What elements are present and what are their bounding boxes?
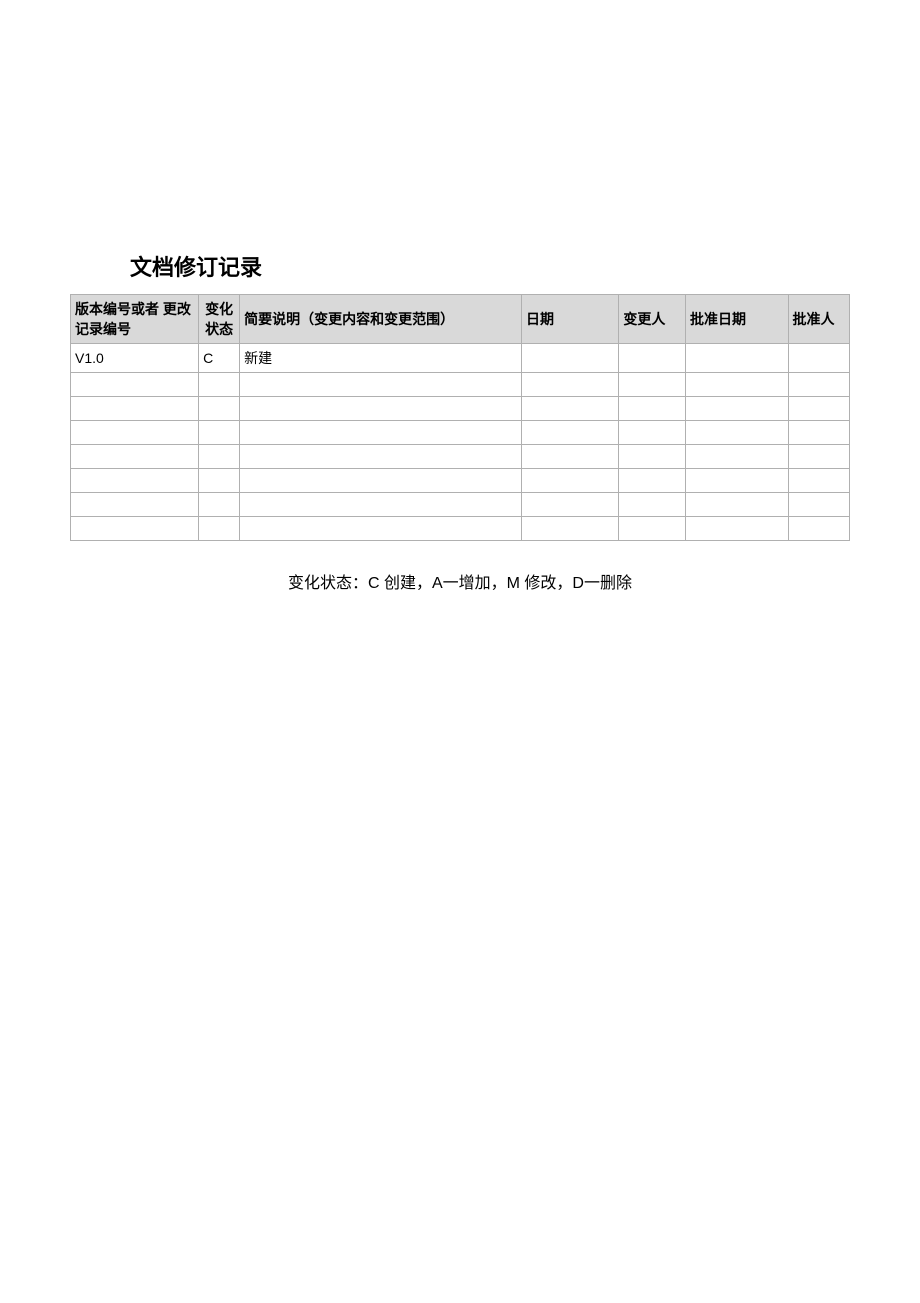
header-appdate: 批准日期: [686, 295, 789, 344]
cell-state: C: [199, 344, 240, 373]
cell-changer: [619, 421, 686, 445]
cell-approver: [788, 344, 850, 373]
cell-state: [199, 397, 240, 421]
cell-date: [522, 445, 619, 469]
cell-appdate: [686, 517, 789, 541]
cell-changer: [619, 373, 686, 397]
cell-approver: [788, 493, 850, 517]
cell-approver: [788, 421, 850, 445]
cell-version: [71, 445, 199, 469]
revision-table: 版本编号或者 更改记录编号 变化 状态 简要说明（变更内容和变更范围） 日期 变…: [70, 294, 850, 541]
table-row: [71, 517, 850, 541]
cell-state: [199, 373, 240, 397]
header-state: 变化 状态: [199, 295, 240, 344]
cell-date: [522, 469, 619, 493]
cell-date: [522, 373, 619, 397]
cell-desc: [240, 445, 522, 469]
cell-desc: [240, 373, 522, 397]
cell-approver: [788, 517, 850, 541]
cell-changer: [619, 469, 686, 493]
cell-date: [522, 493, 619, 517]
cell-appdate: [686, 469, 789, 493]
cell-desc: [240, 517, 522, 541]
table-row: V1.0 C 新建: [71, 344, 850, 373]
header-changer: 变更人: [619, 295, 686, 344]
cell-version: [71, 517, 199, 541]
table-row: [71, 469, 850, 493]
document-title: 文档修订记录: [130, 250, 850, 282]
cell-appdate: [686, 373, 789, 397]
table-row: [71, 445, 850, 469]
cell-changer: [619, 517, 686, 541]
header-version: 版本编号或者 更改记录编号: [71, 295, 199, 344]
cell-desc: 新建: [240, 344, 522, 373]
header-date: 日期: [522, 295, 619, 344]
cell-state: [199, 421, 240, 445]
cell-approver: [788, 469, 850, 493]
header-desc: 简要说明（变更内容和变更范围）: [240, 295, 522, 344]
cell-changer: [619, 445, 686, 469]
cell-desc: [240, 421, 522, 445]
cell-desc: [240, 397, 522, 421]
cell-state: [199, 445, 240, 469]
cell-date: [522, 421, 619, 445]
cell-changer: [619, 493, 686, 517]
cell-appdate: [686, 344, 789, 373]
cell-appdate: [686, 397, 789, 421]
table-row: [71, 493, 850, 517]
cell-version: [71, 421, 199, 445]
cell-date: [522, 397, 619, 421]
cell-approver: [788, 373, 850, 397]
cell-desc: [240, 469, 522, 493]
cell-version: [71, 397, 199, 421]
cell-version: [71, 373, 199, 397]
cell-appdate: [686, 421, 789, 445]
table-header-row: 版本编号或者 更改记录编号 变化 状态 简要说明（变更内容和变更范围） 日期 变…: [71, 295, 850, 344]
cell-changer: [619, 397, 686, 421]
header-approver: 批准人: [788, 295, 850, 344]
cell-date: [522, 344, 619, 373]
cell-approver: [788, 445, 850, 469]
cell-version: [71, 469, 199, 493]
cell-version: V1.0: [71, 344, 199, 373]
cell-date: [522, 517, 619, 541]
table-row: [71, 421, 850, 445]
cell-appdate: [686, 493, 789, 517]
legend-text: 变化状态：C 创建，A一增加，M 修改，D一删除: [70, 569, 850, 593]
cell-state: [199, 517, 240, 541]
cell-appdate: [686, 445, 789, 469]
cell-desc: [240, 493, 522, 517]
cell-state: [199, 469, 240, 493]
cell-changer: [619, 344, 686, 373]
cell-approver: [788, 397, 850, 421]
table-row: [71, 373, 850, 397]
cell-version: [71, 493, 199, 517]
table-row: [71, 397, 850, 421]
cell-state: [199, 493, 240, 517]
